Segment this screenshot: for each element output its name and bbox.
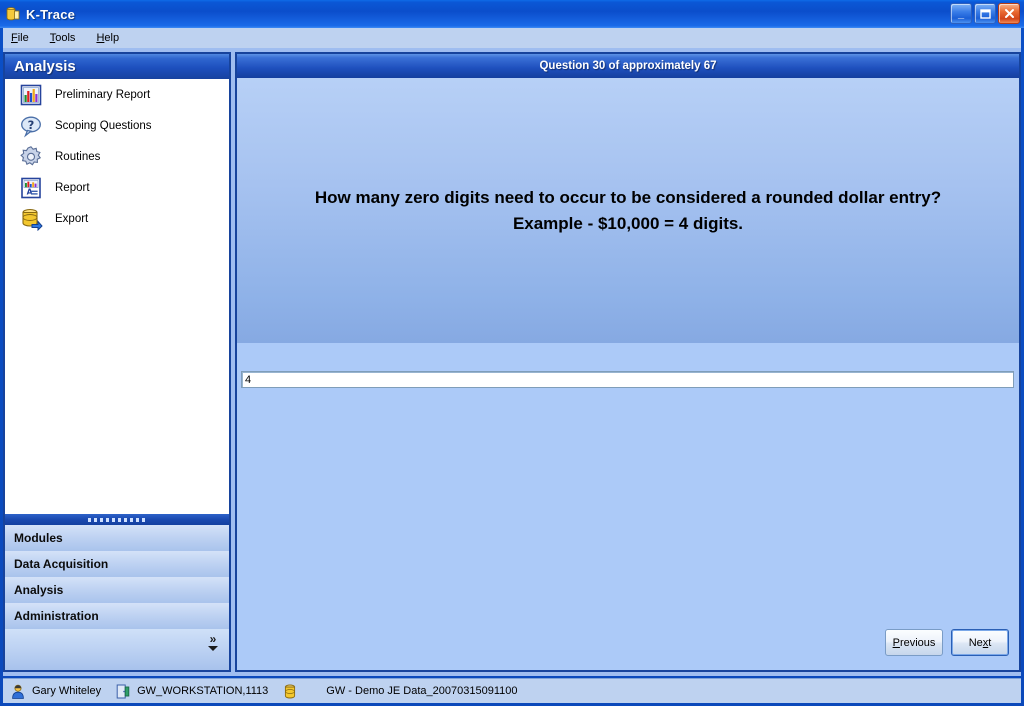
status-workstation-label: GW_WORKSTATION,1113 [137,685,269,697]
bar-chart-icon [19,83,43,107]
answer-area: Previous Next [237,343,1019,670]
sidebar-group-label: Modules [14,531,63,545]
sidebar-item-scoping-questions[interactable]: ? Scoping Questions [5,110,229,141]
navigation-header-label: Analysis [14,58,76,75]
previous-button[interactable]: Previous [885,629,943,656]
status-dataset: GW - Demo JE Data_20070315091100 [283,682,518,701]
sidebar-group-label: Administration [14,609,99,623]
report-chart-icon: A [19,176,43,200]
sidebar-group-administration[interactable]: Administration [5,603,229,630]
sidebar-item-label: Preliminary Report [55,88,151,101]
sidebar-group-data-acquisition[interactable]: Data Acquisition [5,551,229,578]
sidebar-footer: » [5,629,229,670]
maximize-button[interactable] [974,3,996,24]
question-line-1: How many zero digits need to occur to be… [314,187,942,207]
menu-bar: File Tools Help [3,28,1021,48]
menu-tools[interactable]: Tools [50,32,76,44]
navigation-pane: Analysis Preliminary Report ? Scoping Qu… [3,52,231,672]
navigation-button-row: Previous Ne x t [885,629,1009,656]
previous-button-rest: revious [899,636,936,649]
chevron-down-icon [208,646,218,651]
pane-splitter[interactable] [5,514,229,525]
question-line-2: Example - $10,000 = 4 digits. [512,213,744,233]
title-bar: K-Trace _ [0,0,1024,28]
svg-text:A: A [27,187,33,196]
sidebar-item-report[interactable]: A Report [5,172,229,203]
menu-file[interactable]: File [11,32,29,44]
question-text: How many zero digits need to occur to be… [291,185,965,237]
minimize-button[interactable]: _ [950,3,972,24]
gear-icon [19,145,43,169]
next-button[interactable]: Ne x t [951,629,1009,656]
status-user-label: Gary Whiteley [32,685,102,697]
next-button-post: t [988,636,992,649]
content-pane: Question 30 of approximately 67 How many… [235,52,1021,672]
sidebar-item-routines[interactable]: Routines [5,141,229,172]
sidebar-item-label: Scoping Questions [55,119,152,132]
sidebar-group-analysis[interactable]: Analysis [5,577,229,604]
question-body: How many zero digits need to occur to be… [237,78,1019,343]
window-controls: _ [950,3,1020,24]
menu-help[interactable]: Help [96,32,119,44]
answer-input[interactable] [241,371,1014,388]
close-button[interactable] [998,3,1020,24]
svg-text:?: ? [28,118,35,132]
sidebar-group-label: Data Acquisition [14,557,109,571]
question-header-label: Question 30 of approximately 67 [539,60,717,72]
status-workstation: GW_WORKSTATION,1113 [116,682,268,701]
database-cylinder-icon [283,684,297,699]
question-header: Question 30 of approximately 67 [237,54,1019,79]
menu-file-rest: ile [17,32,29,44]
sidebar-item-label: Export [55,212,89,225]
chevron-right-double-icon: » [209,632,217,646]
status-dataset-label: GW - Demo JE Data_20070315091100 [326,685,518,697]
navigation-header: Analysis [5,54,229,80]
user-icon [11,684,25,699]
sidebar-expand-button[interactable]: » [205,632,221,651]
database-export-icon [19,207,43,231]
app-cylinder-icon [5,6,21,22]
question-bubble-icon: ? [19,114,43,138]
sidebar-item-preliminary-report[interactable]: Preliminary Report [5,79,229,110]
sidebar-item-label: Routines [55,150,101,163]
next-button-pre: Ne [968,636,983,649]
sidebar-group-modules[interactable]: Modules [5,525,229,552]
menu-tools-rest: ools [55,32,76,44]
workstation-door-icon [116,684,130,699]
window-title: K-Trace [26,6,76,22]
application-window: K-Trace _ File Tools Help Analysis Preli… [0,0,1024,706]
status-user: Gary Whiteley [11,682,101,701]
status-bar: Gary Whiteley GW_WORKSTATION,1113 GW - D… [3,678,1021,703]
sidebar-item-label: Report [55,181,90,194]
sidebar-group-label: Analysis [14,583,64,597]
sidebar-item-export[interactable]: Export [5,203,229,234]
splitter-grip-dots [88,517,146,522]
client-area: Analysis Preliminary Report ? Scoping Qu… [3,48,1021,676]
navigation-item-list: Preliminary Report ? Scoping Questions R… [5,79,229,514]
menu-help-rest: elp [104,32,120,44]
